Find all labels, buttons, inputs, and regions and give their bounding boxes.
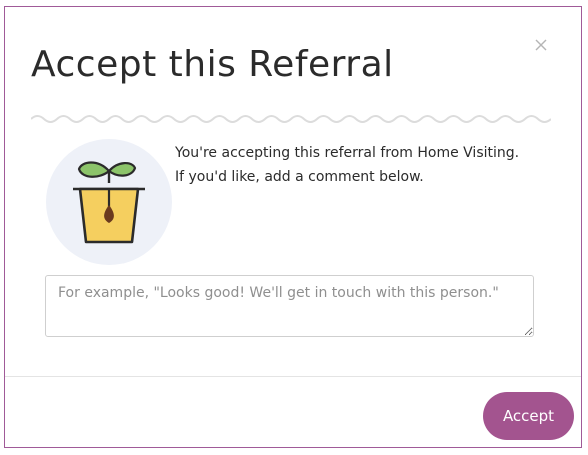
comment-field[interactable]	[45, 275, 534, 337]
message-line-1: You're accepting this referral from Home…	[175, 145, 520, 161]
close-icon[interactable]	[533, 37, 549, 53]
accept-button[interactable]: Accept	[483, 392, 574, 440]
dialog-title: Accept this Referral	[31, 44, 394, 85]
wavy-divider	[31, 115, 551, 123]
accept-referral-dialog: Accept this Referral You're accepting th…	[4, 6, 582, 448]
seedling-pot-icon	[46, 139, 172, 265]
referral-message: You're accepting this referral from Home…	[175, 141, 555, 189]
message-line-2: If you'd like, add a comment below.	[175, 169, 424, 185]
footer-divider	[5, 376, 581, 377]
